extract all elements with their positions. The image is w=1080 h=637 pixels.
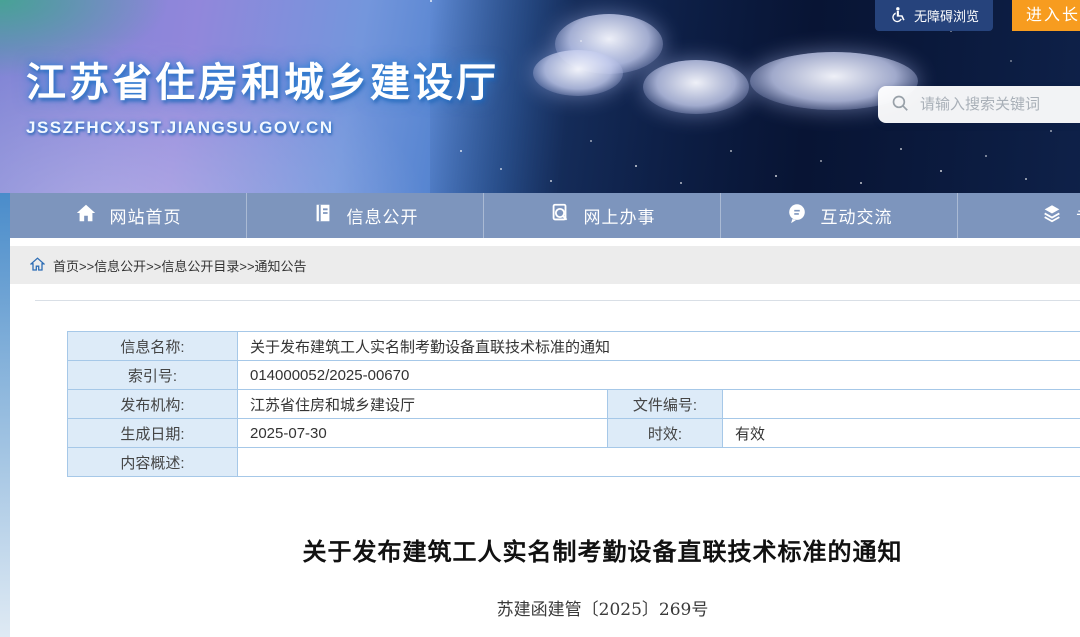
nav-item-interaction[interactable]: 互动交流 (721, 193, 958, 238)
main-nav: 网站首页 信息公开 网上办事 (10, 193, 1080, 238)
table-row: 生成日期: 2025-07-30 时效: 有效 (68, 419, 1080, 448)
page-edge-gradient (0, 193, 10, 637)
site-url: JSSZFHCXJST.JIANGSU.GOV.CN (26, 118, 499, 138)
issuing-org-label: 发布机构: (68, 390, 238, 419)
info-disclosure-icon (312, 202, 334, 229)
wheelchair-icon (889, 6, 906, 26)
breadcrumb: 首页>>信息公开>>信息公开目录>>通知公告 (10, 246, 1080, 284)
index-number-value: 014000052/2025-00670 (238, 361, 1080, 390)
nav-item-topics[interactable]: 专题 (958, 193, 1080, 238)
content-divider-line (35, 300, 1080, 301)
search-icon (891, 94, 911, 114)
search-input[interactable] (920, 96, 1080, 113)
table-row: 发布机构: 江苏省住房和城乡建设厅 文件编号: (68, 390, 1080, 419)
issue-date-value: 2025-07-30 (238, 419, 608, 448)
document-info-table: 信息名称: 关于发布建筑工人实名制考勤设备直联技术标准的通知 索引号: 0140… (67, 331, 1080, 477)
page-title: 关于发布建筑工人实名制考勤设备直联技术标准的通知 (10, 532, 1080, 567)
nav-item-label: 互动交流 (821, 203, 893, 228)
table-row: 索引号: 014000052/2025-00670 (68, 361, 1080, 390)
doc-number-value (723, 390, 1080, 419)
nav-item-label: 信息公开 (347, 203, 419, 228)
dome-shape (643, 60, 749, 114)
summary-value (238, 448, 1080, 477)
nav-item-label: 专题 (1076, 203, 1080, 228)
doc-number-label: 文件编号: (608, 390, 723, 419)
table-row: 信息名称: 关于发布建筑工人实名制考勤设备直联技术标准的通知 (68, 332, 1080, 361)
site-name: 江苏省住房和城乡建设厅 (26, 50, 499, 108)
table-row: 内容概述: (68, 448, 1080, 477)
home-icon (75, 202, 97, 229)
validity-label: 时效: (608, 419, 723, 448)
info-name-value: 关于发布建筑工人实名制考勤设备直联技术标准的通知 (238, 332, 1080, 361)
site-header-banner: 江苏省住房和城乡建设厅 JSSZFHCXJST.JIANGSU.GOV.CN 无… (0, 0, 1080, 193)
topics-icon (1041, 202, 1063, 229)
breadcrumb-path[interactable]: 首页>>信息公开>>信息公开目录>>通知公告 (53, 256, 307, 275)
interaction-icon (786, 202, 808, 229)
accessibility-button[interactable]: 无障碍浏览 (875, 0, 993, 31)
nav-item-info-disclosure[interactable]: 信息公开 (247, 193, 484, 238)
city-lights (430, 0, 432, 2)
page: 江苏省住房和城乡建设厅 JSSZFHCXJST.JIANGSU.GOV.CN 无… (0, 0, 1080, 637)
site-logo[interactable]: 江苏省住房和城乡建设厅 JSSZFHCXJST.JIANGSU.GOV.CN (26, 50, 499, 138)
online-services-icon (549, 202, 571, 229)
breadcrumb-home-icon (30, 257, 45, 274)
document-reference-number: 苏建函建管〔2025〕269号 (10, 595, 1080, 620)
info-name-label: 信息名称: (68, 332, 238, 361)
index-number-label: 索引号: (68, 361, 238, 390)
nav-item-label: 网站首页 (110, 203, 182, 228)
nav-item-home[interactable]: 网站首页 (10, 193, 247, 238)
search-box (878, 86, 1080, 123)
nav-item-online-services[interactable]: 网上办事 (484, 193, 721, 238)
issue-date-label: 生成日期: (68, 419, 238, 448)
validity-value: 有效 (723, 419, 1080, 448)
issuing-org-value: 江苏省住房和城乡建设厅 (238, 390, 608, 419)
accessibility-label: 无障碍浏览 (914, 6, 979, 25)
summary-label: 内容概述: (68, 448, 238, 477)
nav-item-label: 网上办事 (584, 203, 656, 228)
dome-shape (533, 50, 623, 96)
elder-mode-button[interactable]: 进入长者 (1012, 0, 1080, 31)
